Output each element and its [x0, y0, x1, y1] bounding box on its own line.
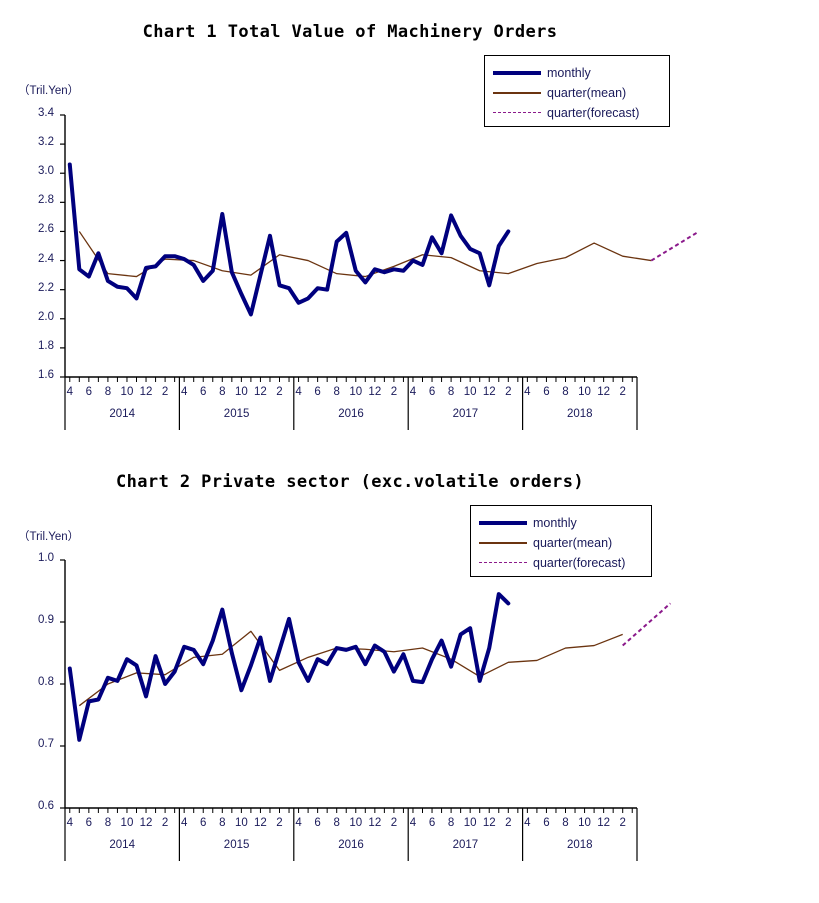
legend-label-quarter-mean: quarter(mean)	[547, 86, 627, 100]
year-label: 2018	[567, 408, 593, 420]
legend-item-quarter-mean: quarter(mean)	[479, 533, 641, 553]
y-tick-label: 0.8	[38, 676, 54, 688]
chart-2-legend: monthly quarter(mean) quarter(forecast)	[470, 505, 652, 577]
year-label: 2016	[338, 408, 364, 420]
x-tick-label: 2	[619, 386, 626, 398]
year-label: 2015	[223, 408, 250, 420]
x-tick-label: 2	[619, 817, 626, 829]
legend-swatch-quarter-mean-icon	[479, 536, 527, 550]
y-tick-label: 1.6	[38, 369, 54, 381]
year-label: 2016	[338, 839, 364, 851]
year-label: 2014	[109, 408, 135, 420]
year-label: 2018	[567, 839, 593, 851]
legend-label-monthly: monthly	[547, 66, 591, 80]
y-tick-label: 3.0	[38, 165, 54, 178]
y-tick-label: 0.7	[38, 738, 54, 750]
legend-item-monthly: monthly	[493, 63, 659, 83]
legend-label-quarter-forecast: quarter(forecast)	[547, 106, 640, 120]
legend-swatch-monthly-icon	[493, 66, 541, 80]
y-tick-label: 3.2	[38, 136, 54, 149]
page-root: Chart 1 Total Value of Machinery Orders …	[0, 0, 819, 903]
year-label: 2017	[452, 839, 479, 851]
legend-swatch-quarter-forecast-icon	[493, 106, 541, 120]
legend-swatch-monthly-icon	[479, 516, 527, 530]
chart-2-plot	[60, 559, 672, 861]
legend-label-quarter-forecast: quarter(forecast)	[533, 556, 626, 570]
legend-item-quarter-mean: quarter(mean)	[493, 83, 659, 103]
y-tick-label: 0.6	[38, 800, 54, 812]
y-tick-label: 2.6	[38, 223, 54, 236]
y-tick-label: 2.2	[38, 281, 54, 294]
year-label: 2017	[452, 408, 479, 420]
chart-1-block: Chart 1 Total Value of Machinery Orders …	[0, 0, 819, 450]
y-tick-label: 2.8	[38, 194, 54, 207]
chart-1-plot	[60, 114, 700, 430]
year-label: 2014	[109, 839, 135, 851]
legend-item-quarter-forecast: quarter(forecast)	[493, 103, 659, 123]
y-tick-label: 1.0	[38, 552, 54, 564]
legend-swatch-quarter-mean-icon	[493, 86, 541, 100]
y-tick-label: 3.4	[38, 107, 54, 119]
y-tick-label: 2.0	[38, 310, 54, 323]
y-tick-label: 1.8	[38, 339, 54, 352]
legend-item-monthly: monthly	[479, 513, 641, 533]
legend-swatch-quarter-forecast-icon	[479, 556, 527, 570]
chart-2-block: Chart 2 Private sector (exc.volatile ord…	[0, 450, 819, 903]
legend-item-quarter-forecast: quarter(forecast)	[479, 553, 641, 573]
year-label: 2015	[223, 839, 250, 851]
y-tick-label: 2.4	[38, 252, 54, 265]
chart-1-legend: monthly quarter(mean) quarter(forecast)	[484, 55, 670, 127]
legend-label-quarter-mean: quarter(mean)	[533, 536, 613, 550]
y-tick-label: 0.9	[38, 614, 54, 626]
legend-label-monthly: monthly	[533, 516, 577, 530]
